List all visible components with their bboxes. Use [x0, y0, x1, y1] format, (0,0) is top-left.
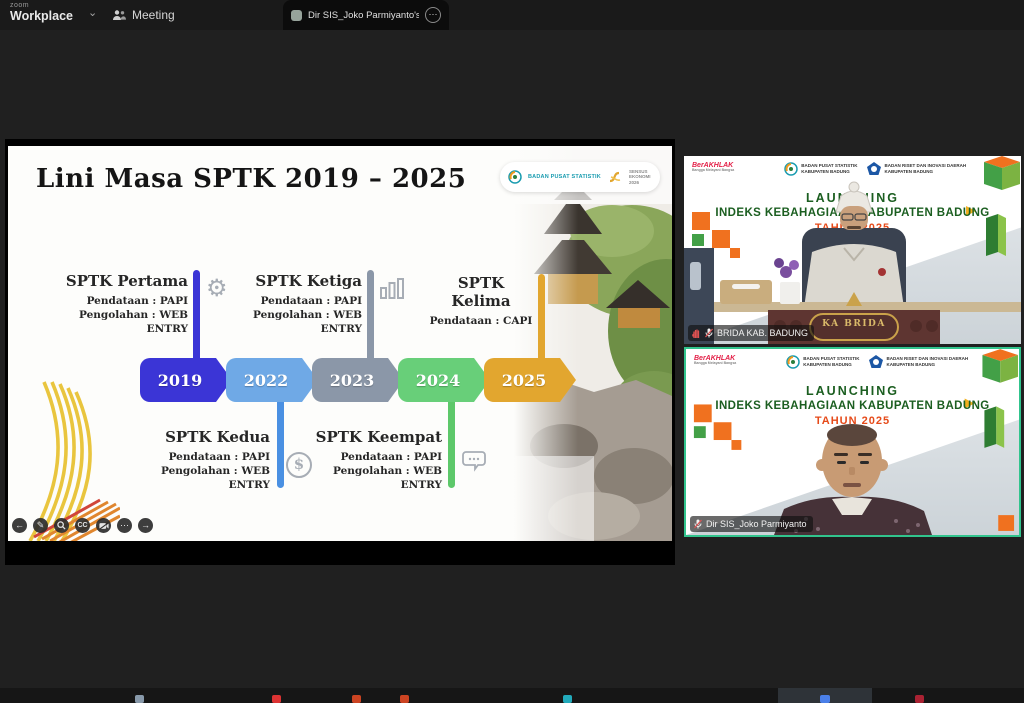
mic-muted-icon [694, 519, 702, 529]
cc-label: CC [77, 522, 87, 529]
more-options-icon[interactable]: ⋯ [425, 7, 441, 23]
taskbar-app-icon[interactable] [400, 695, 409, 703]
milestone-line2: Pengolahan : WEB ENTRY [292, 464, 442, 492]
presentation-slide: Lini Masa SPTK 2019 – 2025 BADAN PUSAT S… [8, 146, 672, 541]
milestone-title: SPTK Kelima [426, 274, 536, 310]
screen-share-icon [291, 10, 302, 21]
milestone-sptk-pertama: SPTK Pertama Pendataan : PAPI Pengolahan… [38, 272, 188, 337]
people-icon [112, 9, 126, 21]
connector-2023 [367, 270, 374, 366]
taskbar-app-icon[interactable] [563, 695, 572, 703]
bps-logo-icon [508, 170, 522, 184]
mic-muted-icon [705, 328, 713, 338]
milestone-line2: Pengolahan : WEB ENTRY [38, 308, 188, 336]
timeline-year-2019: 2019 [140, 358, 232, 402]
milestone-line1: Pendataan : PAPI [292, 450, 442, 464]
timeline-year-2022: 2022 [226, 358, 318, 402]
participant2-name: Dir SIS_Joko Parmiyanto [706, 519, 807, 529]
milestone-line2: Pengolahan : WEB ENTRY [120, 464, 270, 492]
milestone-sptk-keempat: SPTK Keempat Pendataan : PAPI Pengolahan… [292, 428, 442, 493]
tab-meeting[interactable]: Meeting [112, 0, 175, 30]
milestone-line2: Pengolahan : WEB ENTRY [212, 308, 362, 336]
connector-2022 [277, 394, 284, 488]
milestone-sptk-ketiga: SPTK Ketiga Pendataan : PAPI Pengolahan … [212, 272, 362, 337]
shared-screen-region: Lini Masa SPTK 2019 – 2025 BADAN PUSAT S… [5, 139, 675, 565]
milestone-sptk-kelima: SPTK Kelima Pendataan : CAPI [426, 274, 536, 328]
year-label: 2025 [502, 371, 547, 390]
meeting-tab-label: Meeting [132, 8, 175, 22]
sensus-line2: EKONOMI [629, 174, 651, 179]
swoosh-decoration [8, 376, 120, 541]
participant2-nametag: Dir SIS_Joko Parmiyanto [690, 516, 813, 532]
milestone-line1: Pendataan : CAPI [426, 314, 536, 328]
zoom-workplace-window: zoom Workplace ⌄ Meeting Dir SIS_Joko Pa… [0, 0, 1024, 703]
year-label: 2023 [330, 371, 375, 390]
pen-icon[interactable]: ✎ [33, 518, 48, 533]
slide-title: Lini Masa SPTK 2019 – 2025 [36, 164, 466, 194]
timeline-year-2024: 2024 [398, 358, 490, 402]
taskbar-app-icon[interactable] [915, 695, 924, 703]
more-options-icon[interactable]: ⋯ [117, 518, 132, 533]
milestone-sptk-kedua: SPTK Kedua Pendataan : PAPI Pengolahan :… [120, 428, 270, 493]
forward-arrow-icon[interactable]: → [138, 518, 153, 533]
year-label: 2024 [416, 371, 461, 390]
connector-2025 [538, 274, 545, 370]
milestone-line1: Pendataan : PAPI [212, 294, 362, 308]
participant1-name: BRIDA KAB. BADUNG [717, 328, 808, 338]
milestone-title: SPTK Keempat [292, 428, 442, 446]
connector-2024 [448, 394, 455, 488]
desk-nameplate: KA BRIDA [810, 319, 898, 329]
milestone-title: SPTK Kedua [120, 428, 270, 446]
taskbar-app-icon [820, 695, 830, 703]
bps-logo-label: BADAN PUSAT STATISTIK [528, 174, 601, 180]
connector-2019 [193, 270, 200, 366]
chevron-down-icon[interactable]: ⌄ [88, 6, 97, 19]
year-label: 2022 [244, 371, 289, 390]
video-participant-1[interactable]: BerAKHLAK Bangga Melayani Bangsa BADAN P… [684, 156, 1021, 344]
back-arrow-icon[interactable]: ← [12, 518, 27, 533]
participant1-scene [684, 156, 1021, 344]
magnifier-icon[interactable] [54, 518, 69, 533]
brand-zoom-label: zoom [10, 2, 73, 9]
taskbar-app-icon[interactable] [135, 695, 144, 703]
participant2-scene [686, 349, 1019, 535]
captions-button[interactable]: CC [75, 518, 90, 533]
slide-header-logos: BADAN PUSAT STATISTIK SENSUS EKONOMI 202… [500, 162, 660, 192]
sensus-ekonomi-logo-icon [607, 169, 623, 185]
year-label: 2019 [158, 371, 203, 390]
taskbar-app-icon[interactable] [272, 695, 281, 703]
raised-hand-icon [692, 328, 701, 338]
chat-icon [460, 450, 488, 474]
milestone-title: SPTK Pertama [38, 272, 188, 290]
sensus-line3: 2026 [629, 180, 639, 185]
taskbar-active-app[interactable] [778, 688, 872, 703]
camera-off-icon[interactable] [96, 518, 111, 533]
windows-taskbar [0, 688, 1024, 703]
timeline-year-2025: 2025 [484, 358, 576, 402]
taskbar-app-icon[interactable] [352, 695, 361, 703]
milestone-title: SPTK Ketiga [212, 272, 362, 290]
milestone-line1: Pendataan : PAPI [38, 294, 188, 308]
zoom-workplace-logo: zoom Workplace [10, 2, 73, 23]
video-participant-2[interactable]: BerAKHLAK Bangga Melayani Bangsa BADAN P… [684, 347, 1021, 537]
screen-share-tab-label: Dir SIS_Joko Parmiyanto's screen [308, 10, 419, 21]
presentation-controls: ← ✎ CC ⋯ → [12, 518, 153, 533]
participant1-nametag: BRIDA KAB. BADUNG [688, 325, 814, 341]
brand-workplace-label: Workplace [10, 10, 73, 23]
tab-screen-share[interactable]: Dir SIS_Joko Parmiyanto's screen ⋯ [283, 0, 449, 30]
milestone-line1: Pendataan : PAPI [120, 450, 270, 464]
sensus-line1: SENSUS [629, 169, 648, 174]
bar-chart-icon [380, 278, 406, 300]
sensus-ekonomi-label: SENSUS EKONOMI 2026 [629, 169, 651, 185]
timeline-year-2023: 2023 [312, 358, 404, 402]
app-topbar: zoom Workplace ⌄ Meeting Dir SIS_Joko Pa… [0, 0, 1024, 30]
